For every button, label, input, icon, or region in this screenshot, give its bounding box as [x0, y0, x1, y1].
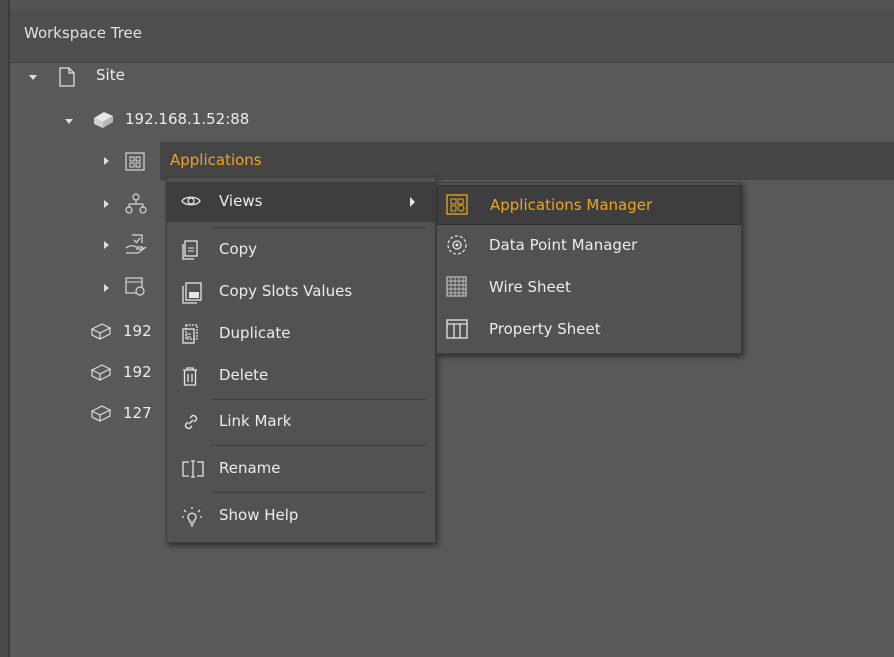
- network-icon: [125, 193, 147, 214]
- tree-label-device-2: 192: [123, 322, 152, 340]
- services-icon: [125, 234, 147, 254]
- menu-label-delete: Delete: [219, 366, 269, 384]
- panel-header: Workspace Tree: [10, 10, 894, 63]
- copy-slots-icon: [182, 282, 202, 304]
- menu-separator: [211, 399, 427, 400]
- menu-item-show-help[interactable]: Show Help: [167, 496, 435, 536]
- menu-label-rename: Rename: [219, 459, 281, 477]
- menu-label-duplicate: Duplicate: [219, 324, 291, 342]
- wire-sheet-icon: [446, 276, 467, 297]
- menu-separator: [211, 445, 427, 446]
- submenu-arrow-icon: [410, 197, 415, 207]
- tree-label-device-4: 127: [123, 404, 152, 422]
- device-outline-icon: [90, 364, 112, 381]
- tree-row-device-4[interactable]: 127: [10, 400, 894, 438]
- data-point-icon: [447, 235, 467, 255]
- rename-icon: [182, 460, 204, 478]
- property-sheet-icon: [446, 319, 468, 339]
- lightbulb-icon: [182, 507, 202, 527]
- device-icon: [94, 112, 113, 128]
- panel-icon: [125, 277, 145, 296]
- collapse-arrow-icon[interactable]: [29, 75, 37, 80]
- tree-label-device: 192.168.1.52:88: [125, 110, 250, 128]
- menu-label-link-mark: Link Mark: [219, 412, 292, 430]
- collapse-arrow-icon[interactable]: [65, 119, 73, 124]
- eye-icon: [181, 196, 201, 206]
- tree-row-device-3[interactable]: 192: [10, 357, 894, 395]
- tree-row-site[interactable]: Site: [10, 58, 894, 96]
- menu-label-show-help: Show Help: [219, 506, 299, 524]
- submenu-label-applications-manager: Applications Manager: [490, 196, 653, 214]
- top-strip: [10, 0, 894, 10]
- views-submenu: Applications Manager Data Point Manager …: [436, 182, 742, 354]
- submenu-label-data-point-manager: Data Point Manager: [489, 236, 638, 254]
- window-frame-left: [0, 0, 10, 657]
- submenu-item-applications-manager[interactable]: Applications Manager: [437, 185, 741, 225]
- panel-title: Workspace Tree: [24, 24, 143, 42]
- submenu-item-data-point-manager[interactable]: Data Point Manager: [437, 226, 741, 266]
- tree-row-applications[interactable]: Applications: [10, 142, 894, 180]
- menu-label-views: Views: [219, 192, 263, 210]
- applications-icon: [125, 152, 145, 171]
- menu-item-rename[interactable]: Rename: [167, 449, 435, 489]
- tree-label-applications: Applications: [170, 151, 262, 169]
- menu-item-copy[interactable]: Copy: [167, 230, 435, 270]
- trash-icon: [183, 367, 197, 386]
- device-outline-icon: [90, 323, 112, 340]
- tree-label-site: Site: [96, 66, 125, 84]
- device-outline-icon: [90, 405, 112, 422]
- context-menu: Views Copy Copy Slots Values Duplicate D…: [166, 177, 436, 543]
- menu-item-link-mark[interactable]: Link Mark: [167, 402, 435, 442]
- expand-arrow-icon[interactable]: [104, 241, 109, 249]
- submenu-label-wire-sheet: Wire Sheet: [489, 278, 571, 296]
- link-icon: [184, 414, 198, 430]
- submenu-item-property-sheet[interactable]: Property Sheet: [437, 310, 741, 350]
- submenu-item-wire-sheet[interactable]: Wire Sheet: [437, 268, 741, 308]
- expand-arrow-icon[interactable]: [104, 200, 109, 208]
- menu-item-duplicate[interactable]: Duplicate: [167, 314, 435, 354]
- menu-item-copy-slots-values[interactable]: Copy Slots Values: [167, 272, 435, 312]
- menu-label-copy: Copy: [219, 240, 258, 258]
- duplicate-icon: [182, 324, 198, 344]
- tree-label-device-3: 192: [123, 363, 152, 381]
- menu-separator: [211, 227, 427, 228]
- submenu-label-property-sheet: Property Sheet: [489, 320, 601, 338]
- page-icon: [59, 67, 75, 87]
- copy-icon: [182, 240, 198, 260]
- menu-label-copy-slots-values: Copy Slots Values: [219, 282, 353, 300]
- workspace-tree[interactable]: Site 192.168.1.52:88 Applications 192 19…: [10, 63, 894, 657]
- menu-item-views[interactable]: Views: [167, 182, 435, 222]
- menu-separator: [211, 492, 427, 493]
- expand-arrow-icon[interactable]: [104, 284, 109, 292]
- applications-manager-icon: [446, 194, 468, 215]
- tree-row-device[interactable]: 192.168.1.52:88: [10, 101, 894, 139]
- expand-arrow-icon[interactable]: [104, 157, 109, 165]
- menu-item-delete[interactable]: Delete: [167, 356, 435, 396]
